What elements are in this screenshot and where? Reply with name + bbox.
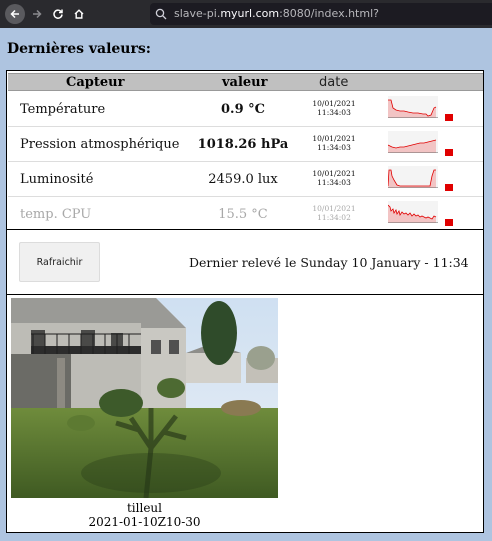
sensor-date: 10/01/2021 11:34:02 <box>306 204 362 222</box>
table-row: Température 0.9 °C 10/01/2021 11:34:03 <box>8 92 483 127</box>
sensor-date: 10/01/2021 11:34:03 <box>306 99 362 117</box>
sensor-name: Température <box>20 102 106 117</box>
reading-date: 10/01/2021 <box>312 169 356 178</box>
table-row: temp. CPU 15.5 °C 10/01/2021 11:34:02 <box>8 197 483 232</box>
table-header: Capteur valeur date <box>8 73 483 91</box>
reading-date: 10/01/2021 <box>312 99 356 108</box>
status-marker <box>445 184 453 191</box>
home-icon <box>74 9 84 19</box>
sensor-value: 2459.0 lux <box>208 172 278 187</box>
reading-time: 11:34:03 <box>317 143 351 152</box>
sparkline-chart[interactable] <box>388 166 438 188</box>
photo-panel: tilleul 2021-01-10Z10-30 <box>6 294 484 533</box>
sensor-date: 10/01/2021 11:34:03 <box>306 169 362 187</box>
column-header-sensor: Capteur <box>66 75 125 90</box>
url-text: slave-pi.myurl.com:8080/index.html? <box>174 7 379 20</box>
sparkline-chart[interactable] <box>388 201 438 223</box>
sensor-value: 0.9 °C <box>221 102 265 117</box>
url-path: :8080/index.html? <box>279 7 379 20</box>
back-button[interactable] <box>5 4 25 24</box>
page-title: Dernières valeurs: <box>7 41 151 57</box>
status-marker <box>445 114 453 121</box>
url-host-domain: myurl.com <box>220 7 280 20</box>
table-row: Pression atmosphérique 1018.26 hPa 10/01… <box>8 127 483 162</box>
forward-button[interactable] <box>27 4 47 24</box>
arrow-left-icon <box>10 9 19 19</box>
reading-time: 11:34:03 <box>317 178 351 187</box>
sensor-value: 1018.26 hPa <box>197 137 289 152</box>
home-button[interactable] <box>69 4 89 24</box>
sensor-name: Pression atmosphérique <box>20 137 180 152</box>
refresh-button[interactable]: Rafraichir <box>19 242 100 282</box>
refresh-panel: Rafraichir Dernier relevé le Sunday 10 J… <box>6 229 484 295</box>
browser-toolbar: slave-pi.myurl.com:8080/index.html? <box>0 0 492 28</box>
status-marker <box>445 149 453 156</box>
sensor-name: temp. CPU <box>20 207 92 222</box>
sparkline-chart[interactable] <box>388 131 438 153</box>
arrow-right-icon <box>33 9 42 19</box>
garden-photo <box>11 298 278 498</box>
status-marker <box>445 219 453 226</box>
sensor-value: 15.5 °C <box>218 207 268 222</box>
reading-time: 11:34:02 <box>317 213 351 222</box>
url-host-prefix: slave-pi. <box>174 7 221 20</box>
column-header-date: date <box>319 75 349 90</box>
search-icon <box>155 8 167 20</box>
sparkline-chart[interactable] <box>388 96 438 118</box>
reading-date: 10/01/2021 <box>312 204 356 213</box>
sensor-table: Capteur valeur date Température 0.9 °C 1… <box>6 70 484 230</box>
sensor-name: Luminosité <box>20 172 94 187</box>
photo-caption-timestamp: 2021-01-10Z10-30 <box>88 515 201 529</box>
address-bar[interactable]: slave-pi.myurl.com:8080/index.html? <box>150 3 492 25</box>
photo-caption-name: tilleul <box>126 501 162 515</box>
reading-date: 10/01/2021 <box>312 134 356 143</box>
reload-icon <box>53 9 63 19</box>
reading-time: 11:34:03 <box>317 108 351 117</box>
column-header-value: valeur <box>222 75 268 90</box>
sensor-date: 10/01/2021 11:34:03 <box>306 134 362 152</box>
table-row: Luminosité 2459.0 lux 10/01/2021 11:34:03 <box>8 162 483 197</box>
last-reading-text: Dernier relevé le Sunday 10 January - 11… <box>189 255 469 270</box>
reload-button[interactable] <box>48 4 68 24</box>
